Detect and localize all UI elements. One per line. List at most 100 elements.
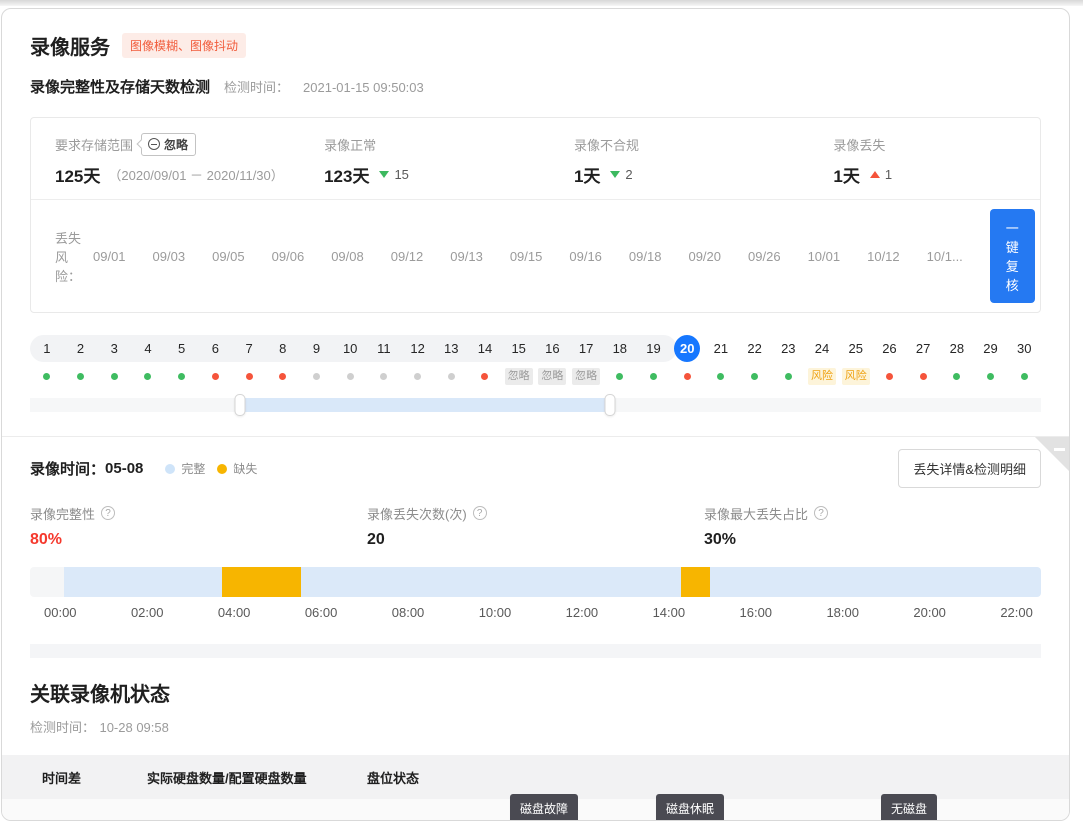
risk-date[interactable]: 09/15 bbox=[510, 249, 543, 264]
stat-label: 录像丢失次数(次)? bbox=[367, 504, 704, 522]
day-mark bbox=[448, 368, 455, 385]
day-column: 27 bbox=[906, 335, 940, 385]
risk-date[interactable]: 09/26 bbox=[748, 249, 781, 264]
day-mark bbox=[212, 368, 219, 385]
legend-label: 完整 bbox=[181, 460, 205, 477]
slider-handle-right[interactable] bbox=[605, 394, 616, 416]
risk-date[interactable]: 09/12 bbox=[391, 249, 424, 264]
disk-slot-5-sleep[interactable]: 磁盘休眠☾ bbox=[659, 819, 721, 821]
day-column: 15忽略 bbox=[502, 335, 536, 385]
calendar-day-3[interactable]: 3 bbox=[101, 335, 127, 362]
disk-tooltip: 无磁盘 bbox=[881, 794, 937, 821]
calendar-day-1[interactable]: 1 bbox=[34, 335, 60, 362]
calendar-day-27[interactable]: 27 bbox=[910, 335, 936, 362]
calendar-day-6[interactable]: 6 bbox=[202, 335, 228, 362]
calendar-day-28[interactable]: 28 bbox=[944, 335, 970, 362]
calendar-day-10[interactable]: 10 bbox=[337, 335, 363, 362]
risk-date[interactable]: 09/20 bbox=[688, 249, 721, 264]
calendar-day-17[interactable]: 17 bbox=[573, 335, 599, 362]
calendar-day-11[interactable]: 11 bbox=[371, 335, 397, 362]
day-mark bbox=[481, 368, 488, 385]
day-mark bbox=[246, 368, 253, 385]
stat-label: 录像最大丢失占比? bbox=[704, 504, 1041, 522]
risk-date[interactable]: 09/05 bbox=[212, 249, 245, 264]
disk-slot-4-normal[interactable] bbox=[586, 819, 648, 821]
disk-slot-1-normal[interactable] bbox=[367, 819, 429, 821]
loss-detail-button[interactable]: 丢失详情&检测明细 bbox=[898, 449, 1041, 488]
calendar-day-18[interactable]: 18 bbox=[607, 335, 633, 362]
risk-date[interactable]: 09/08 bbox=[331, 249, 364, 264]
calendar-day-22[interactable]: 22 bbox=[742, 335, 768, 362]
disk-slot-2-normal[interactable] bbox=[440, 819, 502, 821]
calendar-day-21[interactable]: 21 bbox=[708, 335, 734, 362]
trend-down-icon bbox=[610, 171, 620, 178]
day-range-slider bbox=[30, 394, 1041, 416]
recording-service-section: 录像服务 图像模糊、图像抖动 录像完整性及存储天数检测 检测时间： 2021-0… bbox=[2, 9, 1069, 658]
day-column: 20 bbox=[670, 335, 704, 385]
risk-date[interactable]: 09/18 bbox=[629, 249, 662, 264]
hour-label: 04:00 bbox=[218, 605, 251, 620]
calendar-day-9[interactable]: 9 bbox=[303, 335, 329, 362]
day-mark bbox=[77, 368, 84, 385]
calendar-day-29[interactable]: 29 bbox=[978, 335, 1004, 362]
day-mark bbox=[920, 368, 927, 385]
calendar-day-8[interactable]: 8 bbox=[270, 335, 296, 362]
ignore-tag[interactable]: 忽略 bbox=[141, 133, 196, 156]
calendar-day-4[interactable]: 4 bbox=[135, 335, 161, 362]
risk-date[interactable]: 10/12 bbox=[867, 249, 900, 264]
recheck-button[interactable]: 一键复核 bbox=[990, 209, 1035, 303]
calendar-day-14[interactable]: 14 bbox=[472, 335, 498, 362]
recorder-check-time-row: 检测时间： 10-28 09:58 bbox=[30, 717, 1041, 737]
subtitle-row: 录像完整性及存储天数检测 检测时间： 2021-01-15 09:50:03 bbox=[30, 76, 1041, 97]
calendar-day-12[interactable]: 12 bbox=[405, 335, 431, 362]
disk-slot-6-empty[interactable] bbox=[732, 819, 794, 821]
day-column: 21 bbox=[704, 335, 738, 385]
day-status-dot-none bbox=[347, 373, 354, 380]
calendar-day-23[interactable]: 23 bbox=[775, 335, 801, 362]
risk-date[interactable]: 10/01 bbox=[808, 249, 841, 264]
calendar-day-2[interactable]: 2 bbox=[68, 335, 94, 362]
slider-selection[interactable] bbox=[240, 398, 610, 412]
help-icon[interactable]: ? bbox=[814, 506, 828, 520]
calendar-day-7[interactable]: 7 bbox=[236, 335, 262, 362]
disk-slot-7-empty[interactable] bbox=[805, 819, 867, 821]
risk-date[interactable]: 10/1... bbox=[927, 249, 963, 264]
calendar-day-20[interactable]: 20 bbox=[674, 335, 700, 362]
risk-date[interactable]: 09/03 bbox=[153, 249, 186, 264]
day-status-dot-lost bbox=[212, 373, 219, 380]
risk-date[interactable]: 09/06 bbox=[272, 249, 305, 264]
hour-label: 20:00 bbox=[913, 605, 946, 620]
disk-icon bbox=[805, 819, 867, 821]
timebar-segment-missing bbox=[222, 567, 301, 597]
calendar-day-30[interactable]: 30 bbox=[1011, 335, 1037, 362]
help-icon[interactable]: ? bbox=[473, 506, 487, 520]
help-icon[interactable]: ? bbox=[101, 506, 115, 520]
day-mark bbox=[886, 368, 893, 385]
circle-minus-icon bbox=[148, 138, 160, 150]
day-column: 14 bbox=[468, 335, 502, 385]
day-risk-tag: 风险 bbox=[808, 368, 836, 385]
day-mark bbox=[650, 368, 657, 385]
calendar-day-26[interactable]: 26 bbox=[876, 335, 902, 362]
calendar-day-19[interactable]: 19 bbox=[641, 335, 667, 362]
stat-storage-range: 要求存储范围 忽略 125天 （2020/09/01 － 2020/11/30） bbox=[55, 134, 324, 187]
disk-icon bbox=[367, 819, 429, 821]
calendar-day-16[interactable]: 16 bbox=[539, 335, 565, 362]
slider-handle-left[interactable] bbox=[235, 394, 246, 416]
recording-time-header: 录像时间： 05-08 完整缺失 丢失详情&检测明细 bbox=[30, 449, 1041, 488]
day-column: 25风险 bbox=[839, 335, 873, 385]
day-column: 26 bbox=[873, 335, 907, 385]
calendar-day-13[interactable]: 13 bbox=[438, 335, 464, 362]
calendar-day-5[interactable]: 5 bbox=[169, 335, 195, 362]
disk-slot-3-fault[interactable]: 磁盘故障! bbox=[513, 819, 575, 821]
day-column: 30 bbox=[1007, 335, 1041, 385]
calendar-day-15[interactable]: 15 bbox=[506, 335, 532, 362]
risk-date[interactable]: 09/16 bbox=[569, 249, 602, 264]
day-column: 16忽略 bbox=[536, 335, 570, 385]
disk-slot-8-empty[interactable]: 无磁盘 bbox=[878, 819, 940, 821]
risk-date[interactable]: 09/13 bbox=[450, 249, 483, 264]
calendar-day-24[interactable]: 24 bbox=[809, 335, 835, 362]
calendar-day-25[interactable]: 25 bbox=[843, 335, 869, 362]
stat-label: 录像完整性? bbox=[30, 504, 367, 522]
risk-date[interactable]: 09/01 bbox=[93, 249, 126, 264]
